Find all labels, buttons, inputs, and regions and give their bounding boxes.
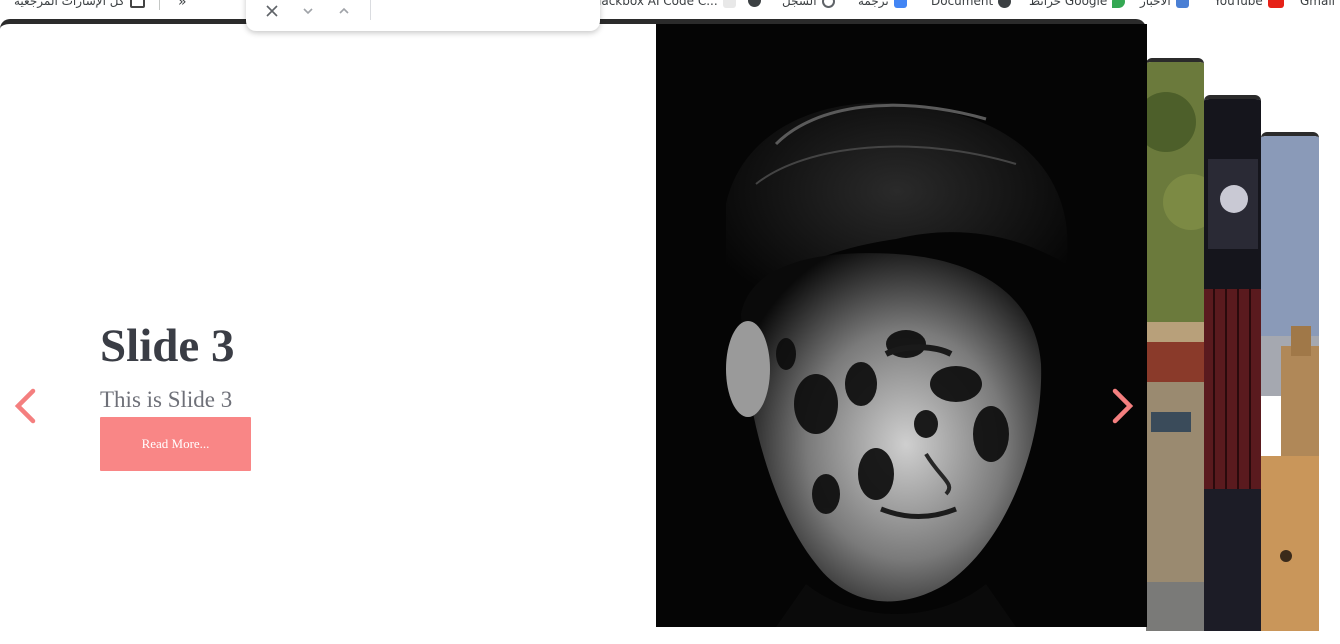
find-bar bbox=[246, 0, 600, 31]
bookmark-youtube-label: YouTube bbox=[1214, 0, 1263, 8]
chevron-left-icon[interactable] bbox=[12, 388, 38, 429]
globe-icon bbox=[998, 0, 1012, 8]
youtube-icon bbox=[1267, 0, 1284, 8]
find-bar-divider bbox=[370, 0, 371, 20]
slide-subtitle: This is Slide 3 bbox=[100, 387, 233, 412]
bookmark-history-globe[interactable] bbox=[748, 0, 761, 7]
bookmark-translate[interactable]: ترجمة bbox=[858, 0, 907, 8]
bookmark-blackbox-label: lackbox AI Code C... bbox=[598, 0, 718, 8]
bookmark-history[interactable]: السجل bbox=[782, 0, 835, 8]
blackbox-icon bbox=[722, 0, 736, 8]
globe-icon bbox=[748, 0, 761, 7]
bookmark-blackbox[interactable]: lackbox AI Code C... bbox=[598, 0, 736, 8]
bookmark-maps-label: خرائط Google bbox=[1029, 0, 1108, 8]
history-icon bbox=[821, 0, 835, 8]
bookmark-maps[interactable]: خرائط Google bbox=[1029, 0, 1126, 8]
translate-icon bbox=[893, 0, 907, 8]
bookmark-history-label: السجل bbox=[782, 0, 817, 8]
bookmarks-bar: كل الإشارات المرجعية » lackbox AI Code C… bbox=[0, 0, 1340, 20]
slide-card-street bbox=[1146, 58, 1204, 631]
bookmark-document-label: Document bbox=[931, 0, 994, 8]
bookmarks-divider bbox=[159, 0, 160, 10]
chevron-down-icon[interactable] bbox=[299, 2, 317, 20]
slide-image-portrait bbox=[656, 24, 1147, 627]
chevron-up-icon[interactable] bbox=[335, 2, 353, 20]
slide-card-coast bbox=[1261, 132, 1319, 631]
bookmark-document[interactable]: Document bbox=[931, 0, 1012, 8]
maps-pin-icon bbox=[1112, 0, 1126, 8]
bookmark-news[interactable]: الأخبار bbox=[1140, 0, 1189, 8]
close-icon[interactable] bbox=[263, 2, 281, 20]
slide-title: Slide 3 bbox=[100, 320, 235, 372]
read-more-button[interactable]: Read More... bbox=[100, 417, 251, 471]
double-chevron-icon[interactable]: » bbox=[178, 0, 187, 10]
slide-caption: Slide 3 This is Slide 3 bbox=[100, 320, 235, 413]
chevron-right-icon[interactable] bbox=[1110, 388, 1136, 429]
bookmark-youtube[interactable]: YouTube bbox=[1214, 0, 1284, 8]
news-icon bbox=[1175, 0, 1189, 8]
folder-icon bbox=[129, 0, 145, 8]
bookmark-all-label: كل الإشارات المرجعية bbox=[14, 0, 125, 8]
bookmark-gmail-label: Gmail bbox=[1300, 0, 1336, 8]
slide-card-accordion bbox=[1204, 95, 1261, 631]
bookmark-translate-label: ترجمة bbox=[858, 0, 889, 8]
bookmark-gmail[interactable]: Gmail bbox=[1300, 0, 1335, 8]
bookmark-news-label: الأخبار bbox=[1140, 0, 1171, 8]
bookmark-all[interactable]: كل الإشارات المرجعية bbox=[14, 0, 145, 8]
